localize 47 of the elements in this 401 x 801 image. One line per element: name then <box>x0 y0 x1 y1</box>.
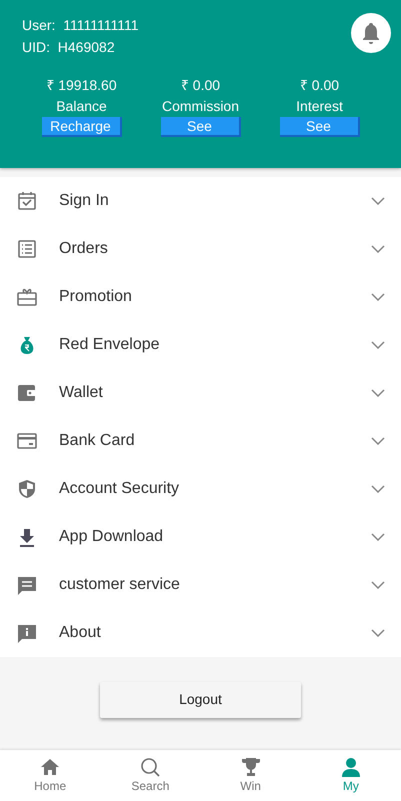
home-icon <box>40 756 60 776</box>
chevron-down-icon <box>371 485 385 493</box>
chevron-down-icon <box>371 197 385 205</box>
stat-label: Balance <box>56 97 107 116</box>
menu-item[interactable]: About <box>0 609 401 657</box>
trophy-icon <box>240 756 261 776</box>
bell-icon <box>361 22 381 44</box>
stat-label: Commission <box>162 97 239 116</box>
chevron-down-icon <box>371 245 385 253</box>
menu-item[interactable]: Bank Card <box>0 417 401 465</box>
stat-amount: ₹ 0.00 <box>180 76 220 95</box>
chevron-down-icon <box>371 533 385 541</box>
credit-card-icon <box>16 430 38 452</box>
nav-tab[interactable]: Home <box>0 750 100 801</box>
uid-line: UID: H469082 <box>22 38 115 57</box>
stat-label: Interest <box>296 97 343 116</box>
wallet-icon <box>16 382 38 404</box>
user-line: User: 11111111111 <box>22 16 138 35</box>
nav-tab[interactable]: My <box>300 750 401 801</box>
menu-item[interactable]: Red Envelope <box>0 321 401 369</box>
nav-tab[interactable]: Win <box>200 750 301 801</box>
stat-amount: ₹ 19918.60 <box>46 76 117 95</box>
search-icon <box>140 756 160 776</box>
person-icon <box>340 756 361 776</box>
menu-item[interactable]: App Download <box>0 513 401 561</box>
gift-card-icon <box>16 286 38 308</box>
menu-item[interactable]: customer service <box>0 561 401 609</box>
notification-button[interactable] <box>351 13 391 53</box>
menu-item[interactable]: Sign In <box>0 177 401 225</box>
chevron-down-icon <box>371 581 385 589</box>
menu-item[interactable]: Account Security <box>0 465 401 513</box>
chevron-down-icon <box>371 341 385 349</box>
info-icon <box>16 622 38 644</box>
chevron-down-icon <box>371 293 385 301</box>
chevron-down-icon <box>371 389 385 397</box>
stat-amount: ₹ 0.00 <box>300 76 340 95</box>
nav-tab[interactable]: Search <box>100 750 200 801</box>
menu-item[interactable]: Promotion <box>0 273 401 321</box>
list-icon <box>16 238 38 260</box>
chevron-down-icon <box>371 437 385 445</box>
calendar-check-icon <box>16 190 38 212</box>
shield-icon <box>16 478 38 500</box>
menu-item[interactable]: Orders <box>0 225 401 273</box>
chevron-down-icon <box>371 629 385 637</box>
menu-item[interactable]: Wallet <box>0 369 401 417</box>
chat-icon <box>16 574 38 596</box>
logout-button[interactable]: Logout <box>100 682 301 718</box>
